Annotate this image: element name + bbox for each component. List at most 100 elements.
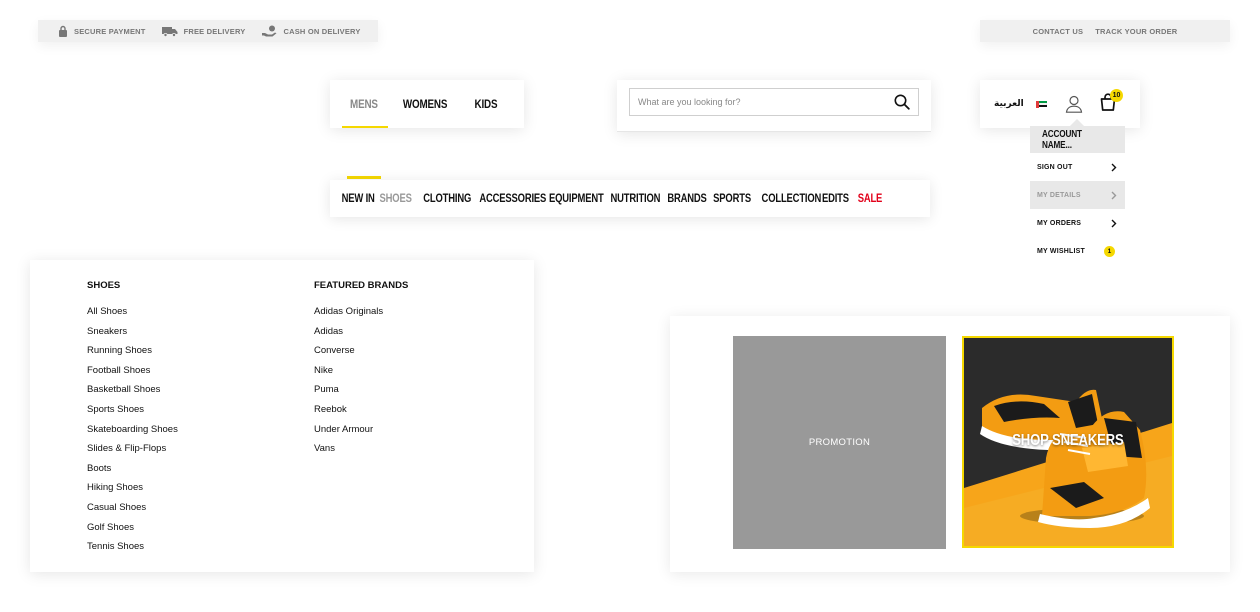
search-bar: [617, 80, 931, 132]
truck-icon: [161, 26, 178, 37]
nav-nutrition[interactable]: NUTRITION: [605, 180, 667, 217]
language-switch[interactable]: العربية: [994, 99, 1024, 109]
free-delivery: FREE DELIVERY: [161, 26, 246, 37]
cash-on-delivery-label: CASH ON DELIVERY: [283, 26, 361, 36]
menu-link[interactable]: Tennis Shoes: [87, 541, 178, 561]
shop-sneakers-title: SHOP SNEAKERS: [964, 432, 1172, 450]
nav-sale[interactable]: SALE: [855, 180, 885, 217]
menu-link[interactable]: Basketball Shoes: [87, 384, 178, 404]
nav-sports[interactable]: SPORTS: [709, 180, 759, 217]
nav-accessories-label: ACCESSORIES: [479, 192, 547, 205]
menu-item-my-wishlist[interactable]: MY WISHLIST 1: [1030, 237, 1125, 265]
nav-edits[interactable]: EDITS: [819, 180, 859, 217]
cart-count-badge: 10: [1110, 88, 1123, 102]
chevron-right-icon: [1111, 191, 1117, 199]
featured-brands-column: FEATURED BRANDS Adidas Originals Adidas …: [314, 280, 408, 463]
search-input[interactable]: [638, 97, 878, 107]
search-icon[interactable]: [894, 94, 910, 110]
menu-item-sign-out[interactable]: SIGN OUT: [1030, 153, 1125, 181]
menu-item-my-orders[interactable]: MY ORDERS: [1030, 209, 1125, 237]
cart-button[interactable]: 10: [1099, 88, 1123, 116]
menu-item-my-details[interactable]: MY DETAILS: [1030, 181, 1125, 209]
brand-link[interactable]: Under Armour: [314, 424, 408, 444]
search-field: [629, 88, 919, 116]
my-wishlist-label: MY WISHLIST: [1037, 247, 1085, 255]
utility-bar-left: SECURE PAYMENT FREE DELIVERY CASH ON DEL…: [38, 20, 378, 42]
cash-hand-icon: [261, 25, 276, 37]
tab-womens-label: WOMENS: [402, 97, 448, 111]
nav-shoes-label: SHOES: [379, 192, 412, 205]
nav-new-in[interactable]: NEW IN: [338, 180, 380, 217]
menu-link[interactable]: Sports Shoes: [87, 404, 178, 424]
nav-equipment[interactable]: EQUIPMENT: [543, 180, 609, 217]
account-name-label: ACCOUNT NAME...: [1042, 128, 1082, 151]
account-name: ACCOUNT NAME...: [1030, 126, 1125, 153]
tab-kids[interactable]: KIDS: [466, 80, 506, 128]
nav-edits-label: EDITS: [821, 192, 849, 205]
menu-link[interactable]: Slides & Flip-Flops: [87, 443, 178, 463]
utility-bar-right: CONTACT US TRACK YOUR ORDER: [980, 20, 1230, 42]
track-order-link[interactable]: TRACK YOUR ORDER: [1095, 27, 1177, 36]
nav-collection[interactable]: COLLECTION: [755, 180, 823, 217]
brand-link[interactable]: Adidas: [314, 326, 408, 346]
brand-link[interactable]: Nike: [314, 365, 408, 385]
promo-panel: PROMOTION SHOP SNEAKERS: [670, 316, 1230, 572]
shoes-column: SHOES All Shoes Sneakers Running Shoes F…: [87, 280, 178, 561]
menu-link[interactable]: Casual Shoes: [87, 502, 178, 522]
shop-sneakers-tile[interactable]: SHOP SNEAKERS: [962, 336, 1174, 548]
shoes-heading: SHOES: [87, 280, 121, 291]
nav-brands-label: BRANDS: [667, 192, 707, 205]
chevron-right-icon: [1111, 163, 1117, 171]
shoes-mega-menu: SHOES All Shoes Sneakers Running Shoes F…: [30, 260, 534, 572]
menu-link[interactable]: Football Shoes: [87, 365, 178, 385]
nav-new-in-label: NEW IN: [341, 192, 375, 205]
shop-sneakers-label: SHOP SNEAKERS: [1012, 432, 1124, 449]
wishlist-count-badge: 1: [1104, 245, 1115, 257]
gender-tabs: MENS WOMENS KIDS: [330, 80, 524, 128]
menu-link[interactable]: Skateboarding Shoes: [87, 424, 178, 444]
contact-us-link[interactable]: CONTACT US: [1033, 27, 1084, 36]
cash-on-delivery: CASH ON DELIVERY: [261, 25, 361, 37]
nav-brands[interactable]: BRANDS: [663, 180, 713, 217]
account-bar: العربية 10: [980, 80, 1140, 128]
menu-link[interactable]: Sneakers: [87, 326, 178, 346]
brand-link[interactable]: Converse: [314, 345, 408, 365]
active-tab-indicator: [342, 126, 388, 128]
lock-icon: [59, 25, 67, 37]
menu-link[interactable]: Boots: [87, 463, 178, 483]
tab-womens[interactable]: WOMENS: [390, 80, 460, 128]
my-details-label: MY DETAILS: [1037, 191, 1081, 199]
brand-link[interactable]: Reebok: [314, 404, 408, 424]
dropdown-caret: [1070, 119, 1084, 126]
featured-brands-heading: FEATURED BRANDS: [314, 280, 409, 291]
menu-link[interactable]: Golf Shoes: [87, 522, 178, 542]
category-nav: NEW IN SHOES CLOTHING ACCESSORIES EQUIPM…: [330, 180, 930, 217]
category-active-indicator: [347, 176, 381, 179]
tab-kids-label: KIDS: [474, 97, 498, 111]
sign-out-label: SIGN OUT: [1037, 163, 1073, 171]
menu-link[interactable]: All Shoes: [87, 306, 178, 326]
promotion-label: PROMOTION: [808, 437, 871, 448]
my-orders-label: MY ORDERS: [1037, 219, 1082, 227]
nav-clothing[interactable]: CLOTHING: [418, 180, 476, 217]
nav-clothing-label: CLOTHING: [423, 192, 472, 205]
user-icon[interactable]: [1065, 95, 1083, 113]
menu-link[interactable]: Hiking Shoes: [87, 482, 178, 502]
nav-accessories[interactable]: ACCESSORIES: [472, 180, 547, 217]
tab-mens[interactable]: MENS: [342, 80, 388, 128]
nav-nutrition-label: NUTRITION: [610, 192, 661, 205]
search-divider: [617, 131, 931, 132]
account-dropdown: ACCOUNT NAME... SIGN OUT MY DETAILS MY O…: [1030, 119, 1125, 265]
nav-collection-label: COLLECTION: [761, 192, 822, 205]
secure-payment-label: SECURE PAYMENT: [74, 26, 146, 36]
promotion-tile[interactable]: PROMOTION: [733, 336, 946, 549]
secure-payment: SECURE PAYMENT: [58, 25, 146, 37]
brand-link[interactable]: Adidas Originals: [314, 306, 408, 326]
nav-shoes[interactable]: SHOES: [376, 180, 422, 217]
brand-link[interactable]: Puma: [314, 384, 408, 404]
brand-link[interactable]: Vans: [314, 443, 408, 463]
chevron-right-icon: [1111, 219, 1117, 227]
menu-link[interactable]: Running Shoes: [87, 345, 178, 365]
nav-equipment-label: EQUIPMENT: [548, 192, 604, 205]
uae-flag-icon[interactable]: [1036, 100, 1047, 108]
